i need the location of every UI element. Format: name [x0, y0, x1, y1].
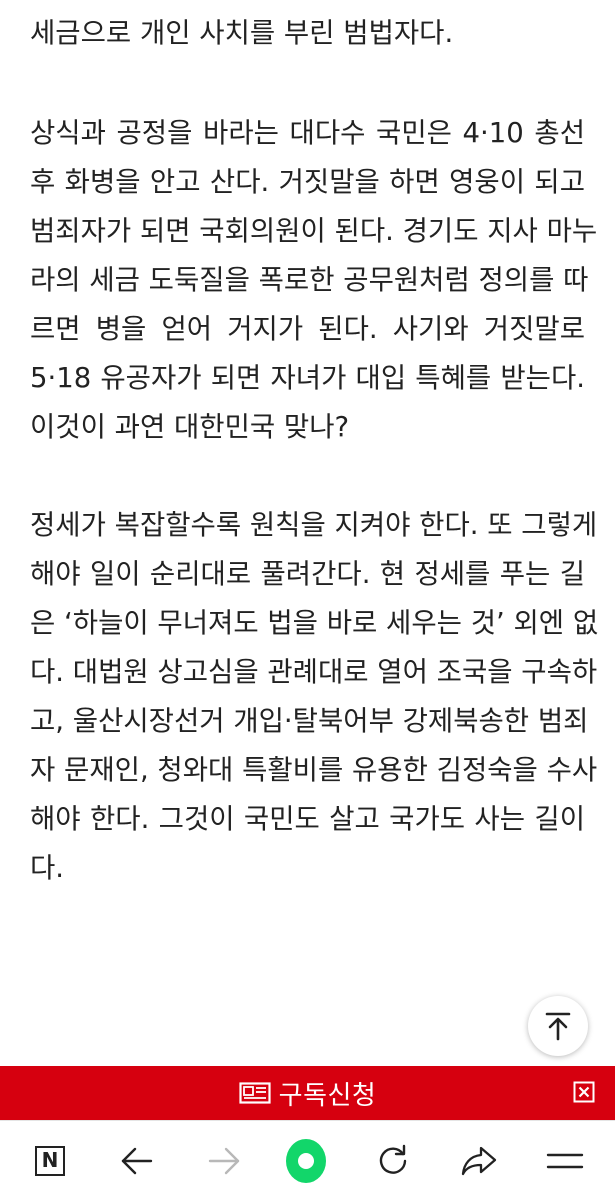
refresh-icon — [379, 1144, 407, 1174]
article-line: 상식과 공정을 바라는 대다수 국민은 4·10 총선 — [30, 117, 585, 149]
article-line: 자 문재인, 청와대 특활비를 유용한 김정숙을 수사 — [30, 754, 598, 786]
article-line: 라의 세금 도둑질을 폭로한 공무원처럼 정의를 따 — [30, 264, 589, 296]
back-button[interactable] — [117, 1141, 157, 1181]
article-line: 이것이 과연 대한민국 맞나? — [30, 411, 350, 443]
menu-button[interactable] — [545, 1141, 585, 1181]
back-arrow-icon — [121, 1147, 153, 1175]
home-dot-icon — [286, 1139, 326, 1183]
forward-button[interactable] — [204, 1141, 244, 1181]
article-line: 5·18 유공자가 되면 자녀가 대입 특혜를 받는다. — [30, 362, 585, 394]
article-page: 세금으로 개인 사치를 부린 범법자다. 상식과 공정을 바라는 대다수 국민은… — [0, 0, 615, 1200]
close-box-icon[interactable] — [573, 1081, 595, 1103]
article-line: 다. — [30, 852, 65, 884]
article-line: 해야 일이 순리대로 풀려간다. 현 정세를 푸는 길 — [30, 558, 585, 590]
share-button[interactable] — [459, 1141, 499, 1181]
home-button[interactable] — [286, 1139, 326, 1183]
article-line: 후 화병을 안고 산다. 거짓말을 하면 영웅이 되고 — [30, 166, 585, 198]
menu-icon — [546, 1153, 584, 1169]
arrow-up-to-top-icon — [545, 1012, 571, 1041]
article-line: 해야 한다. 그것이 국민도 살고 국가도 사는 길이 — [30, 803, 585, 835]
refresh-button[interactable] — [373, 1141, 413, 1181]
article-line: 은 ‘하늘이 무너져도 법을 바로 세우는 것’ 외엔 없 — [30, 607, 599, 639]
home-dot-center — [298, 1153, 314, 1169]
subscribe-label: 구독신청 — [278, 1080, 377, 1111]
subscribe-bar[interactable]: 구독신청 — [0, 1066, 615, 1120]
forward-arrow-icon — [208, 1147, 240, 1175]
naver-n-button[interactable]: N — [30, 1141, 70, 1181]
naver-n-icon: N — [35, 1146, 65, 1176]
article-line: 정세가 복잡할수록 원칙을 지켜야 한다. 또 그렇게 — [30, 509, 598, 541]
scroll-to-top-button[interactable] — [528, 996, 588, 1056]
subscribe-button[interactable]: 구독신청 — [0, 1066, 615, 1120]
share-icon — [461, 1146, 497, 1176]
article-line: 범죄자가 되면 국회의원이 된다. 경기도 지사 마누 — [30, 215, 598, 247]
article-line: 세금으로 개인 사치를 부린 범법자다. — [30, 17, 454, 49]
browser-nav-bar: N — [0, 1120, 615, 1200]
newspaper-icon — [239, 1082, 271, 1104]
article-line: 고, 울산시장선거 개입·탈북어부 강제북송한 범죄 — [30, 705, 589, 737]
article-line: 르면 병을 얻어 거지가 된다. 사기와 거짓말로 — [30, 313, 585, 345]
article-line: 다. 대법원 상고심을 관례대로 열어 조국을 구속하 — [30, 656, 598, 688]
